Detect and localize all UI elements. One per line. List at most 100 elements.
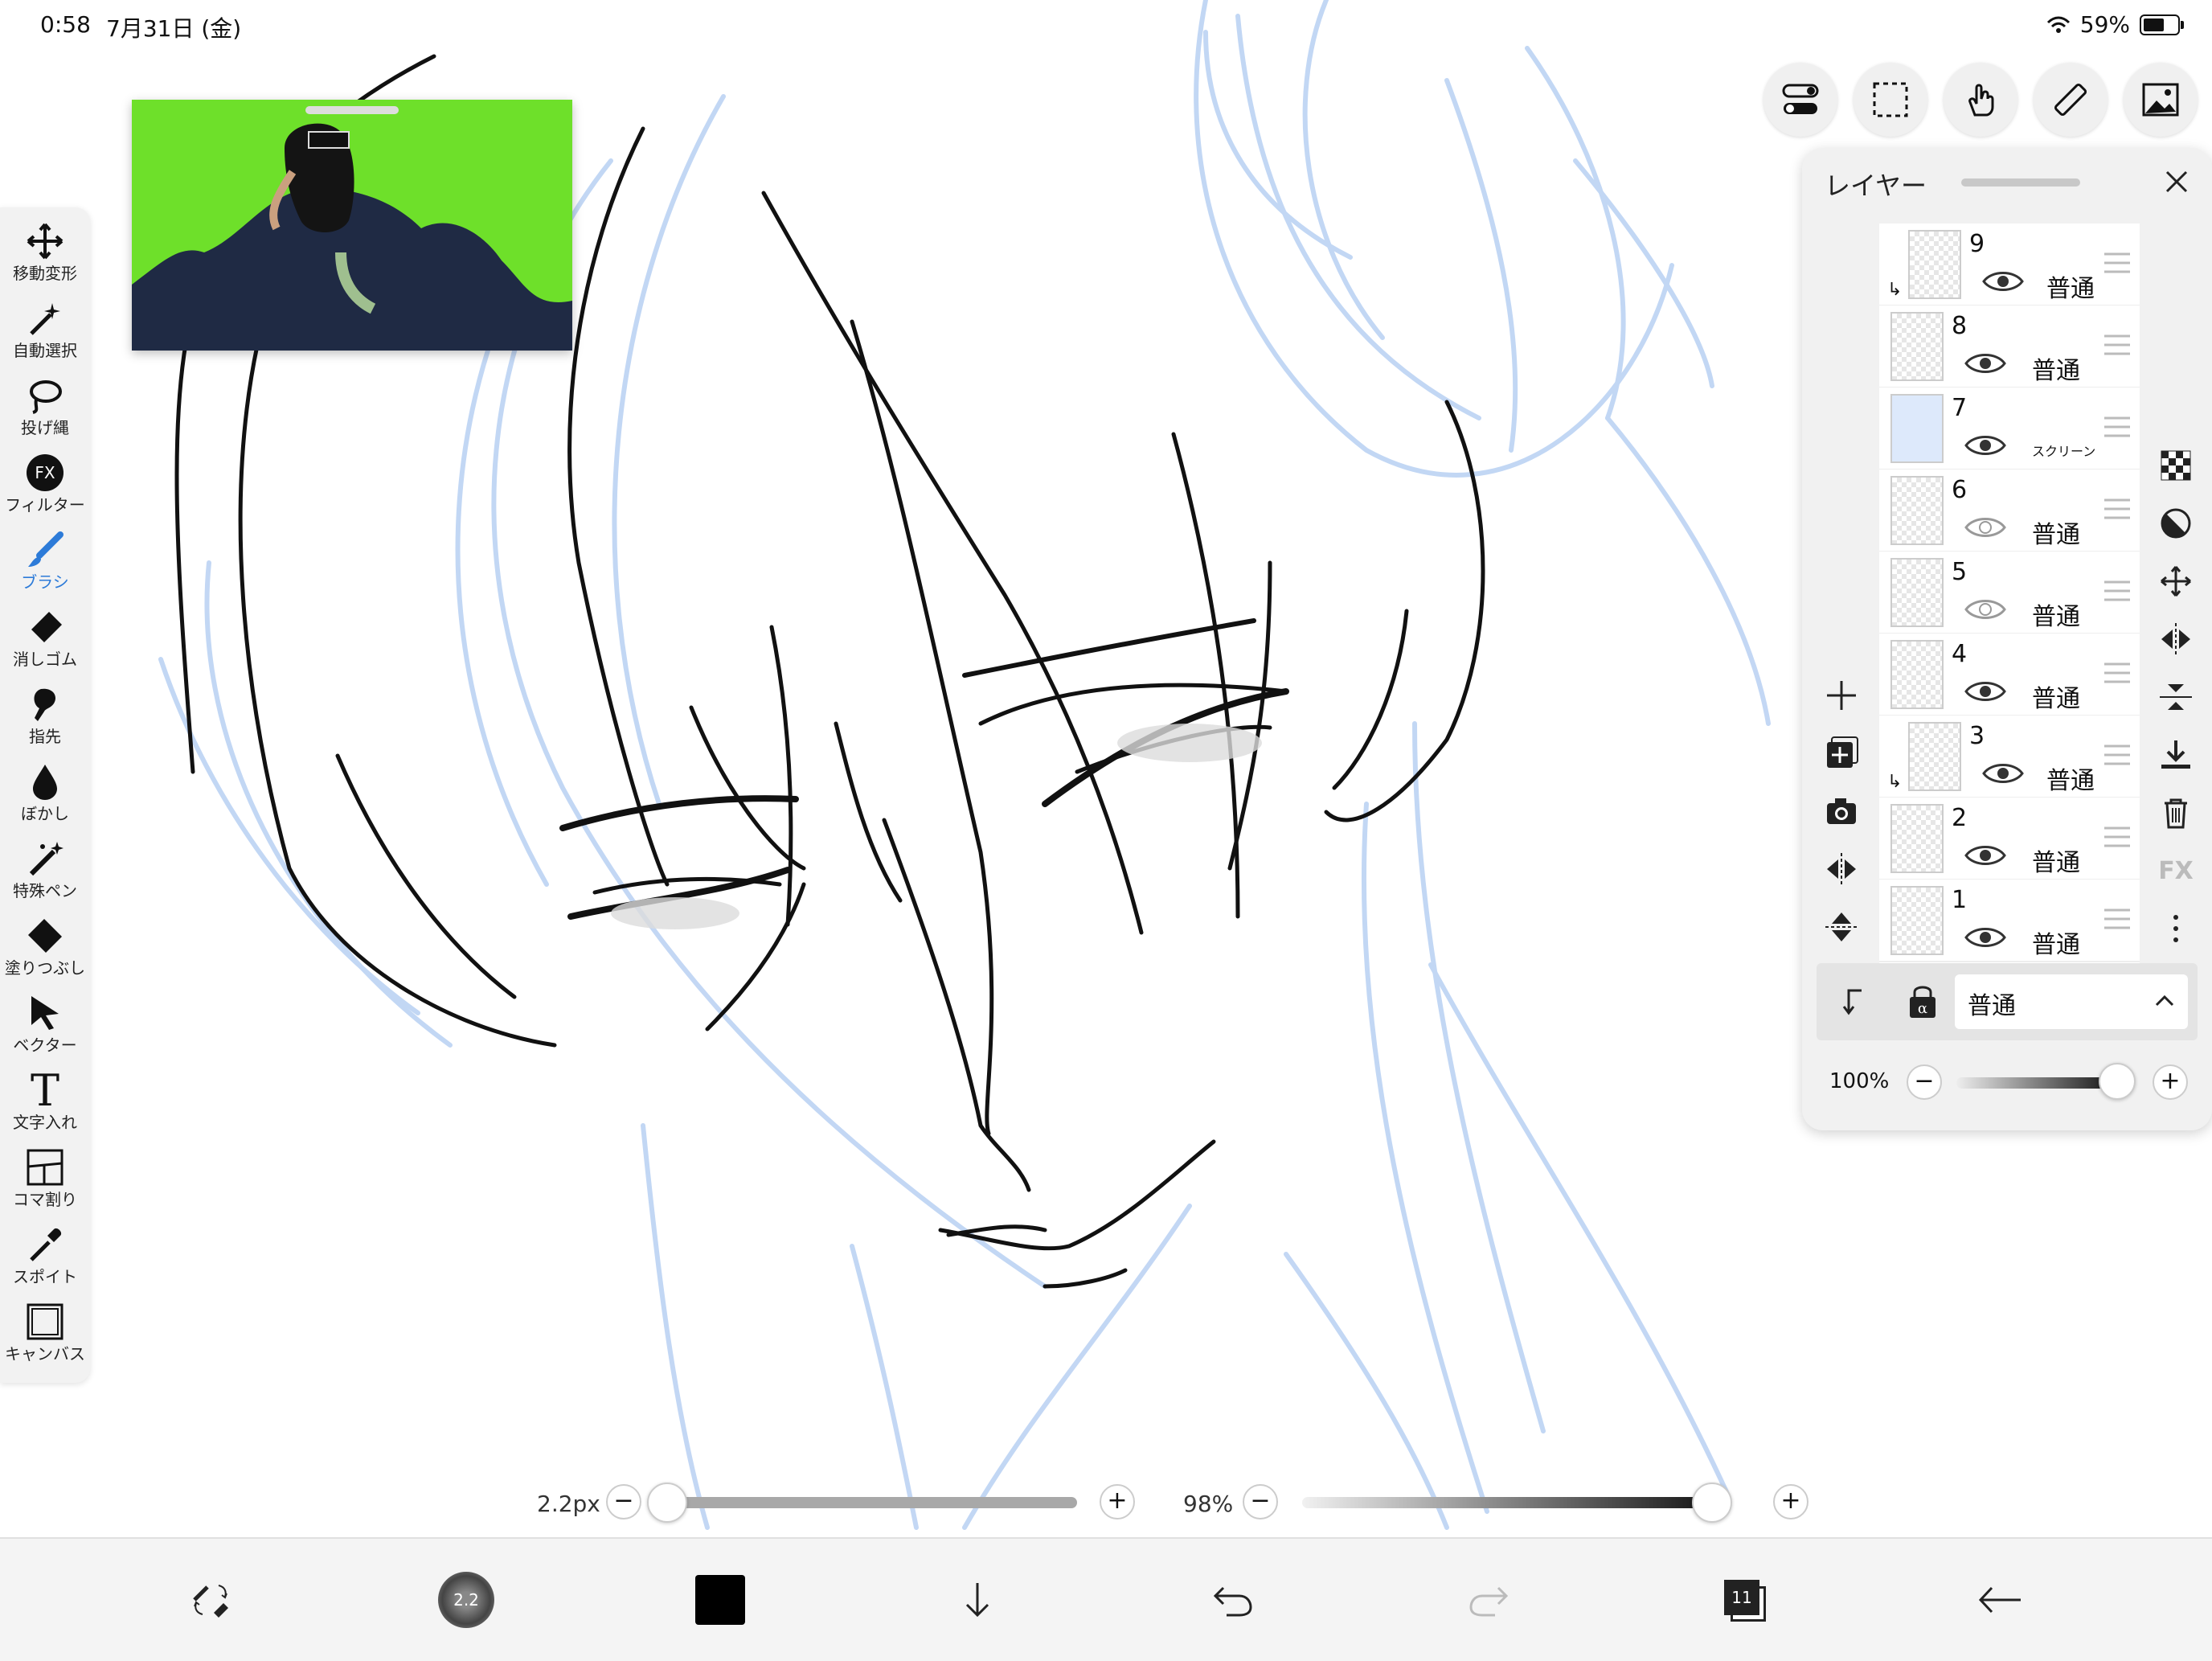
- tool-text[interactable]: T 文字入れ: [0, 1065, 90, 1145]
- layers-button[interactable]: 11: [1712, 1568, 1776, 1632]
- tool-eyedropper[interactable]: スポイト: [0, 1222, 90, 1299]
- layer-thumbnail: [1890, 804, 1944, 873]
- brush-size-slider[interactable]: [667, 1497, 1077, 1508]
- tool-magic-wand[interactable]: 自動選択: [0, 296, 90, 373]
- tool-move[interactable]: 移動変形: [0, 219, 90, 296]
- layer-row[interactable]: ↳ 9 普通: [1879, 224, 2140, 306]
- visibility-eye-icon[interactable]: [1964, 925, 2006, 950]
- drag-handle-icon[interactable]: [2103, 661, 2132, 685]
- video-overlay[interactable]: [132, 100, 572, 351]
- visibility-eye-icon[interactable]: [1982, 269, 2024, 294]
- back-button[interactable]: [1968, 1568, 2032, 1632]
- layer-row[interactable]: 5 普通: [1879, 552, 2140, 634]
- merge-down-button[interactable]: [2153, 732, 2199, 778]
- layer-list[interactable]: ↳ 9 普通 8 普通 7 スクリーン 6 普通 5 普通 4 普通 ↳ 3 普…: [1879, 224, 2140, 1027]
- move-layer-button[interactable]: [2153, 558, 2199, 605]
- selection-button[interactable]: [1854, 63, 1927, 137]
- clip-arrow-icon[interactable]: [1837, 984, 1873, 1019]
- visibility-eye-off-icon[interactable]: [1964, 597, 2006, 622]
- blend-mode-select[interactable]: 普通: [1955, 974, 2188, 1029]
- video-drag-handle[interactable]: [305, 106, 399, 114]
- fill-bucket-icon: [28, 919, 62, 953]
- tool-fill[interactable]: 塗りつぶし: [0, 913, 90, 990]
- layer-thumbnail: [1890, 312, 1944, 381]
- tool-vector[interactable]: ベクター: [0, 990, 90, 1068]
- layer-count: 11: [1724, 1580, 1759, 1615]
- color-swatch-button[interactable]: [688, 1568, 752, 1632]
- layer-row[interactable]: 7 スクリーン: [1879, 388, 2140, 470]
- ruler-button[interactable]: [2034, 63, 2108, 137]
- undo-icon: [1213, 1586, 1252, 1617]
- add-box-icon: [1827, 736, 1858, 768]
- layer-row[interactable]: 1 普通: [1879, 880, 2140, 962]
- visibility-eye-icon[interactable]: [1964, 351, 2006, 376]
- drag-handle-icon[interactable]: [2103, 743, 2132, 767]
- layer-row[interactable]: ↳ 3 普通: [1879, 716, 2140, 798]
- visibility-eye-icon[interactable]: [1964, 679, 2006, 704]
- drag-handle-icon[interactable]: [2103, 415, 2132, 439]
- brush-size-increase-button[interactable]: +: [1100, 1484, 1135, 1520]
- settings-toggle-button[interactable]: [1763, 63, 1837, 137]
- visibility-eye-icon[interactable]: [1964, 433, 2006, 458]
- alpha-lock-icon[interactable]: α: [1905, 981, 1940, 1021]
- brush-opacity-increase-button[interactable]: +: [1773, 1484, 1809, 1520]
- brush-opacity-decrease-button[interactable]: −: [1243, 1484, 1278, 1520]
- flip-horizontal-button[interactable]: [2153, 616, 2199, 662]
- flip-vertical-layer-button[interactable]: [1818, 904, 1865, 950]
- brush-size-decrease-button[interactable]: −: [606, 1484, 641, 1520]
- tool-frame[interactable]: コマ割り: [0, 1145, 90, 1222]
- layer-opacity-slider[interactable]: [1956, 1077, 2117, 1089]
- tool-special-pen[interactable]: 特殊ペン: [0, 836, 90, 913]
- tool-smudge[interactable]: 指先: [0, 682, 90, 759]
- layer-fx-button[interactable]: FX: [2153, 847, 2199, 894]
- flip-horizontal-layer-button[interactable]: [1818, 846, 1865, 892]
- drag-handle-icon[interactable]: [2103, 333, 2132, 357]
- smudge-icon: [34, 688, 56, 721]
- close-icon[interactable]: [2161, 166, 2193, 198]
- add-layer-button[interactable]: [1818, 672, 1865, 719]
- layer-row[interactable]: 6 普通: [1879, 470, 2140, 552]
- layer-thumbnail: [1890, 476, 1944, 545]
- visibility-eye-icon[interactable]: [1982, 761, 2024, 786]
- undo-button[interactable]: [1201, 1568, 1265, 1632]
- visibility-eye-off-icon[interactable]: [1964, 515, 2006, 540]
- brush-thumbnail-button[interactable]: 2.2: [434, 1568, 498, 1632]
- flip-vertical-button[interactable]: [2153, 674, 2199, 720]
- touch-gesture-button[interactable]: [1944, 63, 2017, 137]
- layer-opacity-knob[interactable]: [2099, 1063, 2136, 1100]
- tool-blur[interactable]: ぼかし: [0, 759, 90, 836]
- flip-horizontal-icon: [1827, 853, 1856, 885]
- brush-eraser-swap-button[interactable]: [178, 1568, 243, 1632]
- layer-row[interactable]: 8 普通: [1879, 306, 2140, 388]
- drag-handle-icon[interactable]: [2103, 907, 2132, 931]
- drag-handle-icon[interactable]: [2103, 251, 2132, 275]
- layer-row[interactable]: 2 普通: [1879, 798, 2140, 880]
- tool-canvas[interactable]: キャンバス: [0, 1299, 90, 1376]
- layer-thumbnail: [1908, 722, 1961, 791]
- drag-handle-icon[interactable]: [2103, 579, 2132, 603]
- tool-eraser[interactable]: 消しゴム: [0, 605, 90, 682]
- drag-handle-icon[interactable]: [2103, 825, 2132, 849]
- transparency-lock-button[interactable]: [2153, 442, 2199, 489]
- more-options-button[interactable]: [2153, 905, 2199, 952]
- brush-opacity-slider[interactable]: [1302, 1497, 1720, 1508]
- redo-button[interactable]: [1456, 1568, 1521, 1632]
- delete-layer-button[interactable]: [2153, 789, 2199, 836]
- brush-size-value: 2.2px: [537, 1491, 600, 1517]
- panel-drag-handle[interactable]: [1961, 178, 2080, 187]
- brush-size-knob[interactable]: [647, 1483, 687, 1523]
- brush-opacity-knob[interactable]: [1691, 1483, 1732, 1523]
- camera-import-button[interactable]: [1818, 788, 1865, 835]
- tool-brush[interactable]: ブラシ: [0, 527, 90, 605]
- download-button[interactable]: [945, 1568, 1010, 1632]
- tool-filter[interactable]: FX フィルター: [0, 450, 90, 527]
- tool-lasso[interactable]: 投げ縄: [0, 373, 90, 450]
- opacity-decrease-button[interactable]: −: [1907, 1064, 1942, 1100]
- drag-handle-icon[interactable]: [2103, 497, 2132, 521]
- layer-row[interactable]: 4 普通: [1879, 634, 2140, 716]
- reference-image-button[interactable]: [2124, 63, 2198, 137]
- add-layer-copy-button[interactable]: [1818, 730, 1865, 777]
- clipping-button[interactable]: [2153, 500, 2199, 547]
- opacity-increase-button[interactable]: +: [2153, 1064, 2188, 1100]
- visibility-eye-icon[interactable]: [1964, 843, 2006, 868]
